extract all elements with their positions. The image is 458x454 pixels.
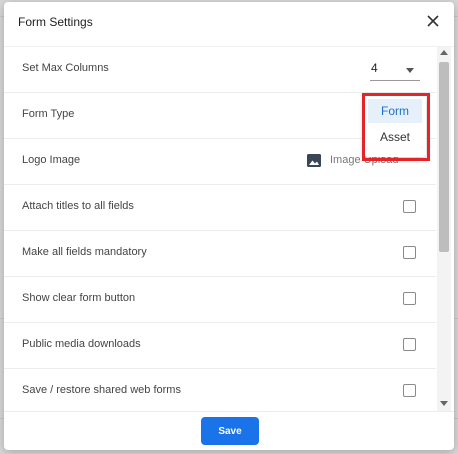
close-button[interactable] [423,11,443,31]
max-columns-value: 4 [371,61,378,75]
dialog-title: Form Settings [18,15,93,29]
checkbox-row: Public media downloads [4,323,436,369]
attach-titles-checkbox[interactable] [403,200,416,213]
checkbox-row: Show clear form button [4,277,436,323]
max-columns-select[interactable]: 4 [370,58,420,81]
checkbox-row-label: Make all fields mandatory [22,246,147,258]
checkbox-row-label: Attach titles to all fields [22,200,134,212]
scroll-down-arrow-icon[interactable] [440,401,448,406]
max-columns-row: Set Max Columns 4 [4,47,436,93]
checkbox-row: Save / restore shared web forms [4,369,436,411]
close-icon [427,15,439,27]
form-settings-dialog: Form Settings Set Max Columns 4 Form Typ… [4,2,454,450]
logo-image-label: Logo Image [22,154,81,166]
dialog-header: Form Settings [4,2,454,47]
max-columns-label: Set Max Columns [22,62,109,74]
scrollbar[interactable] [437,47,451,411]
form-type-label: Form Type [22,108,75,120]
checkbox-row-label: Public media downloads [22,338,141,350]
form-type-dropdown: Form Asset [364,95,426,157]
checkbox-row-label: Save / restore shared web forms [22,384,181,396]
save-restore-checkbox[interactable] [403,384,416,397]
image-icon [307,154,321,167]
checkbox-row: Make all fields mandatory [4,231,436,277]
form-type-option-form[interactable]: Form [368,99,422,123]
clear-form-button-checkbox[interactable] [403,292,416,305]
scroll-thumb[interactable] [439,62,449,252]
checkbox-row: Attach titles to all fields [4,185,436,231]
checkbox-row-label: Show clear form button [22,292,136,304]
public-media-checkbox[interactable] [403,338,416,351]
dialog-footer: Save [4,411,454,450]
chevron-down-icon [406,68,414,73]
save-button[interactable]: Save [201,417,259,445]
form-type-option-asset[interactable]: Asset [368,125,422,149]
mandatory-fields-checkbox[interactable] [403,246,416,259]
scroll-up-arrow-icon[interactable] [440,50,448,55]
